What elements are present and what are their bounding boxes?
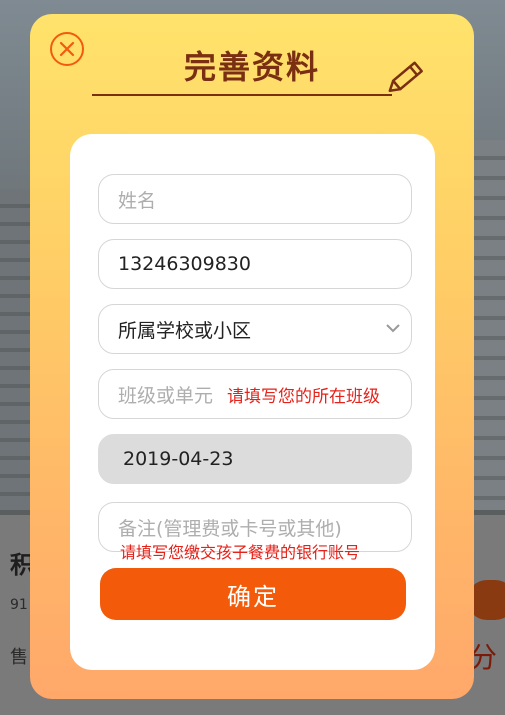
title-underline <box>92 94 392 96</box>
date-field[interactable]: 2019-04-23 <box>98 434 412 484</box>
background-building-left <box>0 190 30 510</box>
note-placeholder: 备注(管理费或卡号或其他) <box>118 517 342 540</box>
background-building-right <box>473 140 505 510</box>
chevron-down-icon <box>386 324 400 333</box>
class-hint: 请填写您的所在班级 <box>227 386 381 407</box>
class-field[interactable]: 班级或单元 请填写您的所在班级 <box>98 369 412 419</box>
background-sale-label: 售 <box>10 647 28 668</box>
pencil-icon <box>388 61 423 93</box>
name-placeholder: 姓名 <box>118 189 157 212</box>
name-field[interactable]: 姓名 <box>98 174 412 224</box>
class-placeholder: 班级或单元 <box>118 384 214 407</box>
date-value: 2019-04-23 <box>123 448 234 470</box>
form-card: 姓名 13246309830 所属学校或小区 班级或单元 请填写您的所在班级 2… <box>70 134 435 670</box>
profile-dialog: 完善资料 姓名 13246309830 所属学校或小区 班级或单元 请填写您的所… <box>30 14 474 699</box>
background-subtitle: 91 <box>10 597 28 613</box>
phone-field[interactable]: 13246309830 <box>98 239 412 289</box>
note-hint: 请填写您缴交孩子餐费的银行账号 <box>120 543 361 562</box>
school-select-value: 所属学校或小区 <box>118 319 252 342</box>
school-select[interactable]: 所属学校或小区 <box>98 304 412 354</box>
phone-value: 13246309830 <box>118 253 251 275</box>
confirm-button[interactable]: 确定 <box>100 568 406 620</box>
